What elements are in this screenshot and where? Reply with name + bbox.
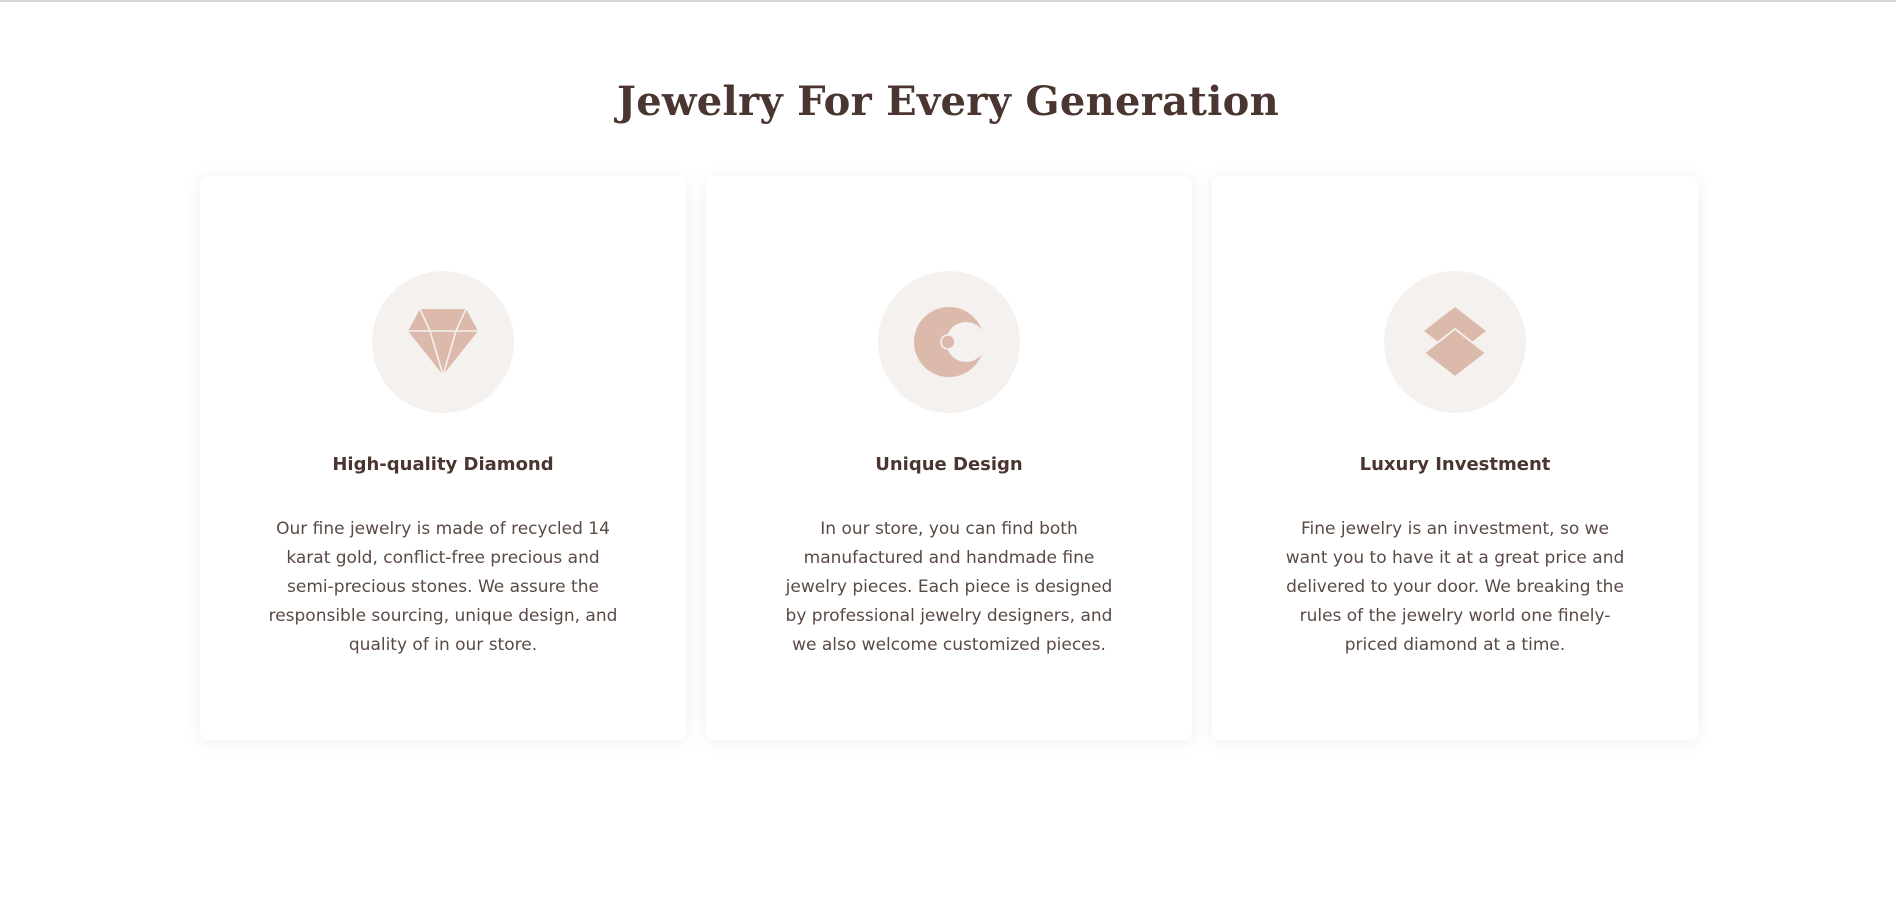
feature-icon-circle <box>878 271 1020 413</box>
feature-icon-circle <box>372 271 514 413</box>
layers-icon <box>1422 305 1488 379</box>
crescent-moon-icon <box>912 305 986 379</box>
top-divider <box>0 0 1896 2</box>
feature-description: Fine jewelry is an investment, so we wan… <box>1285 519 1625 655</box>
feature-title: Luxury Investment <box>1359 454 1551 475</box>
feature-icon-circle <box>1384 271 1526 413</box>
feature-card-investment: Luxury Investment Fine jewelry is an inv… <box>1212 176 1698 740</box>
feature-description: In our store, you can find both manufact… <box>785 519 1113 655</box>
feature-title: Unique Design <box>875 454 1023 475</box>
feature-card-diamond: High-quality Diamond Our fine jewelry is… <box>200 176 686 740</box>
section-title: Jewelry For Every Generation <box>617 78 1279 125</box>
features-row: High-quality Diamond Our fine jewelry is… <box>200 176 1698 740</box>
feature-description: Our fine jewelry is made of recycled 14 … <box>268 519 618 655</box>
diamond-icon <box>406 307 480 377</box>
feature-title: High-quality Diamond <box>332 454 554 475</box>
feature-card-design: Unique Design In our store, you can find… <box>706 176 1192 740</box>
